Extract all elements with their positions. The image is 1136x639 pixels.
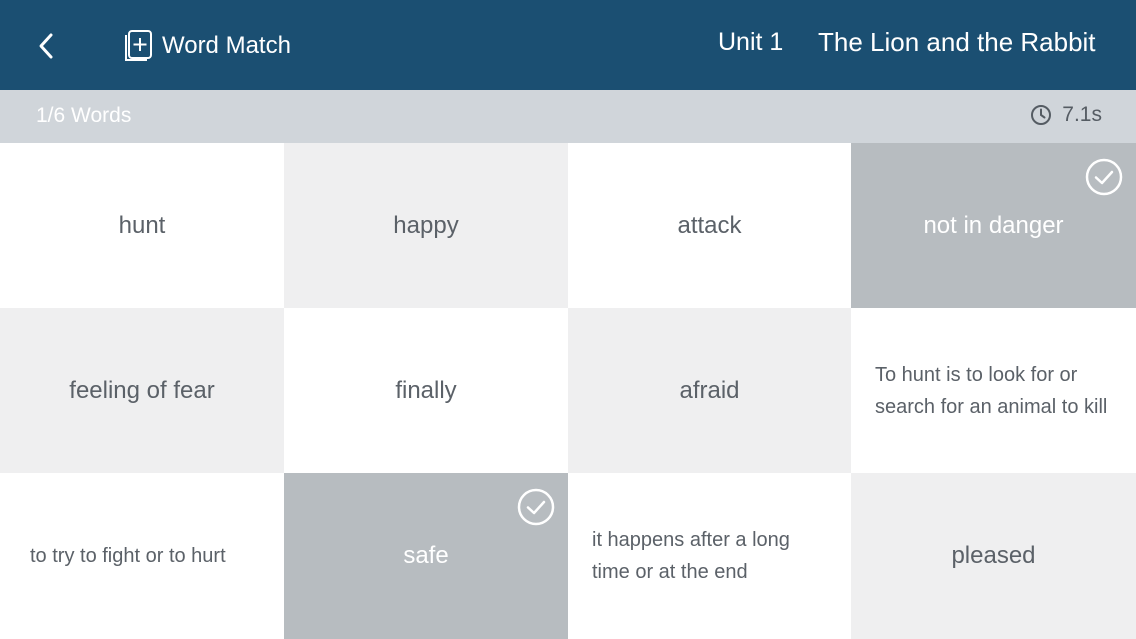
top-bar: Word Match Unit 1 The Lion and the Rabbi… [0,0,1136,90]
word-tile-matched[interactable]: safe [284,473,568,639]
app-title: Word Match [162,32,291,59]
app-title-group: Word Match [120,26,291,66]
word-match-grid: hunt happy attack not in danger feeling … [0,143,1136,639]
word-tile[interactable]: attack [568,143,851,308]
chevron-left-icon [39,33,53,59]
tile-text: hunt [118,211,166,239]
word-tile[interactable]: afraid [568,308,851,473]
definition-tile[interactable]: to try to fight or to hurt [0,473,284,639]
word-tile[interactable]: happy [284,143,568,308]
tile-text: afraid [679,376,740,404]
timer-value: 7.1s [1062,103,1102,126]
tile-text: To hunt is to look for or search for an … [875,363,1108,418]
tile-text: pleased [951,542,1036,569]
back-button[interactable] [24,24,68,68]
word-tile[interactable]: hunt [0,143,284,308]
tile-text: to try to fight or to hurt [30,545,226,567]
word-tile[interactable]: finally [284,308,568,473]
check-circle-icon [1085,158,1123,196]
word-tile-matched[interactable]: not in danger [851,143,1136,308]
tile-text: feeling of fear [69,376,215,404]
tile-text: attack [677,211,742,239]
check-circle-icon [517,488,555,526]
clock-icon [1031,105,1052,125]
status-bar: 1/6 Words 7.1s [0,90,1136,143]
progress-counter: 1/6 Words [36,104,132,127]
tile-text: finally [395,376,457,404]
unit-label: Unit 1 [718,28,784,56]
tile-text: it happens after a long time or at the e… [592,529,790,583]
tile-text: safe [403,542,449,569]
story-title: The Lion and the Rabbit [818,27,1096,57]
word-tile[interactable]: feeling of fear [0,308,284,473]
tile-text: happy [393,211,459,239]
definition-tile[interactable]: To hunt is to look for or search for an … [851,308,1136,473]
add-card-icon [125,30,152,61]
timer: 7.1s [1030,103,1102,127]
definition-tile[interactable]: it happens after a long time or at the e… [568,473,851,639]
word-tile[interactable]: pleased [851,473,1136,639]
tile-text: not in danger [923,211,1064,239]
